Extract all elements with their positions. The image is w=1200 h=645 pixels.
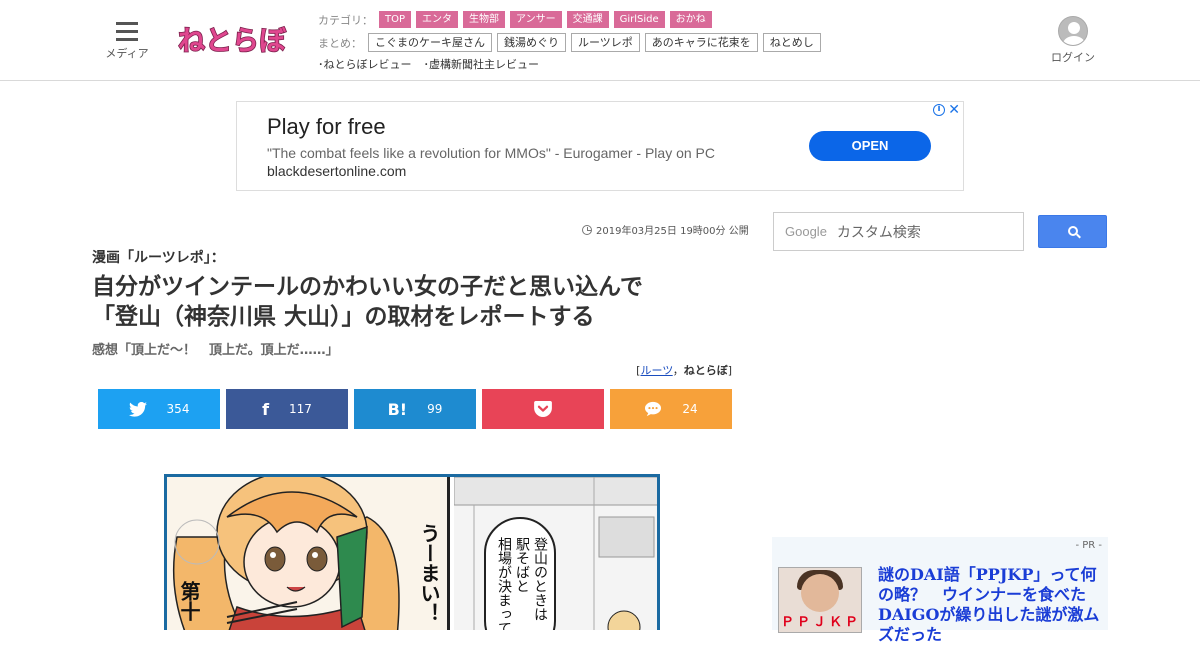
speech-bubble: 登山のときは 駅そばと 相場が決まって [484, 517, 556, 630]
matome-item[interactable]: ルーツレポ [571, 33, 640, 52]
pr-article-link[interactable]: 謎のDAI語「PPJKP」って何の略？ ウインナーを食べたDAIGOが繰り出した… [878, 565, 1104, 645]
byline: [ルーツ，ねとらぼ] [636, 362, 732, 378]
manga-panel-right: 登山のときは 駅そばと 相場が決まって [454, 477, 657, 630]
google-brand: Google [785, 224, 827, 239]
bubble-line1: 登山のときは [532, 537, 548, 621]
twitter-count: 354 [166, 402, 190, 416]
series-label: 漫画「ルーツレポ」： [92, 250, 225, 266]
category-top[interactable]: TOP [379, 11, 412, 28]
article-subtitle: 感想「頂上だ～！ 頂上だ。頂上だ……」 [92, 343, 339, 358]
login-button[interactable]: ログイン [1048, 16, 1098, 65]
article-title-line1: 自分がツインテールのかわいい女の子だと思い込んで [92, 274, 643, 300]
byline-bracket-close: ] [727, 364, 732, 377]
article-title-line2: 「登山（神奈川県 大山）」の取材をレポートする [92, 304, 595, 330]
category-answer[interactable]: アンサー [510, 11, 562, 28]
clock-icon [582, 224, 592, 235]
category-seibutsubu[interactable]: 生物部 [463, 11, 506, 28]
byline-separator: ， [672, 364, 684, 377]
comment-count: 24 [682, 402, 698, 416]
review-links: ･ねとらぼレビュー ･虚構新聞社主レビュー [318, 56, 551, 72]
site-header: メディア ねとらぼ カテゴリ： TOP エンタ 生物部 アンサー 交通課 Gir… [0, 0, 1200, 81]
user-icon [1058, 16, 1088, 46]
pr-thumb-caption: ＰＰＪＫＰ [780, 615, 861, 630]
ad-url[interactable]: blackdesertonline.com [267, 163, 406, 179]
facebook-icon: f [262, 399, 270, 419]
twitter-icon [128, 401, 147, 417]
netorabo-logo[interactable]: ねとらぼ [176, 16, 288, 62]
adchoices-icon[interactable]: i [933, 104, 945, 116]
publish-date: 2019年03月25日 19時00分 公開 [582, 222, 749, 237]
hatena-bookmark-button[interactable]: B! 99 [354, 389, 476, 429]
matome-nav: まとめ： こぐまのケーキ屋さん 銭湯めぐり ルーツレポ あのキャラに花束を ねと… [318, 33, 826, 52]
category-label: カテゴリ： [318, 13, 373, 27]
login-label: ログイン [1051, 51, 1095, 64]
bubble-line3: 相場が決まって [496, 537, 512, 630]
category-okane[interactable]: おかね [669, 11, 712, 28]
menu-label: メディア [105, 47, 149, 60]
logo-text: ねとらぼ [178, 26, 287, 57]
matome-item[interactable]: ねとめし [762, 33, 821, 52]
byline-site: ねとらぼ [683, 364, 728, 377]
twintail-girl-illustration [172, 477, 400, 630]
ad-close-icon[interactable]: ✕ [948, 102, 960, 118]
category-girlside[interactable]: GirlSide [613, 11, 665, 28]
pr-thumbnail[interactable]: ＰＰＪＫＰ [778, 567, 862, 633]
site-search-input[interactable]: Google カスタム検索 [773, 212, 1024, 251]
facebook-count: 117 [289, 402, 312, 416]
ad-description: "The combat feels like a revolution for … [267, 145, 715, 161]
ad-headline[interactable]: Play for free [267, 114, 386, 140]
pr-box: - PR - ＰＰＪＫＰ 謎のDAI語「PPJKP」って何の略？ ウインナーを食… [772, 537, 1108, 644]
matome-item[interactable]: こぐまのケーキ屋さん [368, 33, 492, 52]
hatena-bookmark-icon: B! [387, 399, 408, 419]
article-title: 自分がツインテールのかわいい女の子だと思い込んで 「登山（神奈川県 大山）」の取… [92, 272, 732, 332]
author-link[interactable]: ルーツ [640, 364, 672, 377]
manga-panel-left: 第十 うーまい！ [167, 477, 450, 630]
share-bar: 354 f 117 B! 99 24 [98, 389, 732, 429]
twitter-share-button[interactable]: 354 [98, 389, 220, 429]
search-placeholder: カスタム検索 [836, 224, 921, 241]
hatena-count: 99 [427, 402, 443, 416]
matome-item[interactable]: あのキャラに花束を [644, 33, 758, 52]
bubble-line2: 駅そばと [514, 537, 530, 593]
manga-exclaim-text: うーまい！ [417, 523, 441, 623]
ad-banner[interactable]: Play for free "The combat feels like a r… [236, 101, 964, 191]
review-link-kyoko[interactable]: ･虚構新聞社主レビュー [424, 56, 540, 72]
publish-date-text: 2019年03月25日 19時00分 公開 [596, 226, 749, 237]
hamburger-icon [116, 20, 138, 41]
review-link-netorabo[interactable]: ･ねとらぼレビュー [318, 56, 412, 72]
ad-open-button[interactable]: OPEN [809, 131, 931, 161]
category-kotsuka[interactable]: 交通課 [566, 11, 609, 28]
manga-image[interactable]: 第十 うーまい！ 登山のときは 駅そばと 相場が決まって [164, 474, 660, 630]
search-button[interactable] [1038, 215, 1107, 248]
category-nav: カテゴリ： TOP エンタ 生物部 アンサー 交通課 GirlSide おかね [318, 11, 717, 28]
comment-icon [645, 401, 662, 417]
pr-label: - PR - [1075, 540, 1102, 551]
category-enta[interactable]: エンタ [416, 11, 459, 28]
pocket-icon [534, 401, 552, 417]
comment-button[interactable]: 24 [610, 389, 732, 429]
pocket-button[interactable] [482, 389, 604, 429]
media-menu-button[interactable]: メディア [104, 20, 150, 61]
matome-item[interactable]: 銭湯めぐり [497, 33, 566, 52]
manga-side-text: 第十 [177, 581, 201, 621]
matome-label: まとめ： [318, 36, 362, 50]
facebook-share-button[interactable]: f 117 [226, 389, 348, 429]
